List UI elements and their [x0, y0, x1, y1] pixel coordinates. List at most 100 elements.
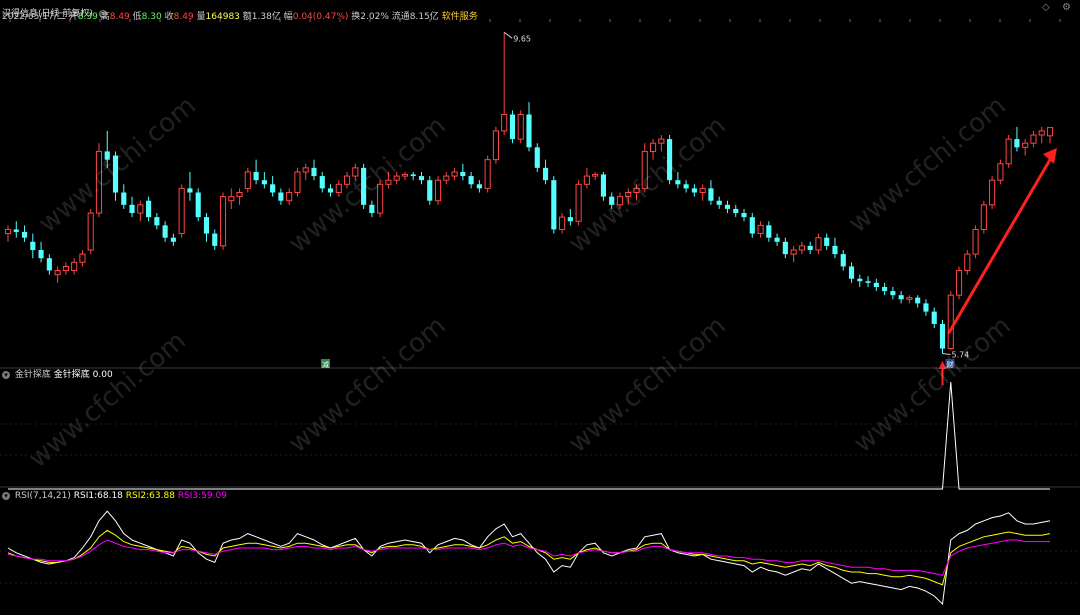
candle-body — [609, 196, 615, 205]
candle-body — [451, 171, 458, 177]
candle-body — [30, 241, 36, 250]
low-label: 低 — [132, 12, 142, 22]
high-value: 8.49 — [109, 12, 130, 22]
rsi-line-rsi3 — [7, 539, 1050, 576]
diamond-icon[interactable]: ◇ — [1042, 2, 1050, 13]
candle-body — [54, 270, 61, 276]
jian-badge-text: 减 — [322, 360, 329, 369]
candle-body — [203, 217, 210, 234]
needle-bottom-indicator — [8, 381, 1050, 490]
high-label: 高 — [100, 12, 110, 22]
candle-body — [815, 237, 822, 251]
candle-body — [476, 184, 482, 189]
amount-label: 额 — [242, 12, 252, 22]
candle-body — [219, 196, 227, 247]
rsi-indicator — [7, 510, 1051, 606]
candle-body — [21, 231, 28, 238]
candle-body — [699, 187, 706, 193]
candle-body — [840, 254, 846, 267]
candle-body — [270, 184, 276, 193]
quote-date: 2022/05/17/二 — [2, 12, 66, 22]
candle-body — [675, 180, 681, 185]
candle-body — [782, 241, 788, 255]
chart-annotations: 9.65 5.74 减 财 — [321, 31, 1057, 385]
candle-body — [989, 179, 996, 206]
rsi-title[interactable]: RSI(7,14,21) — [15, 491, 71, 501]
candle-body — [361, 167, 367, 205]
indicator1-value: 0.00 — [92, 370, 113, 380]
candle-body — [766, 225, 772, 238]
candle-body — [559, 216, 566, 230]
candle-body — [71, 261, 78, 272]
candle-body — [352, 167, 359, 177]
cai-badge-text: 财 — [946, 360, 953, 369]
rsi1-label: RSI1: — [73, 491, 98, 501]
candle-body — [633, 187, 640, 193]
candle-body — [947, 294, 954, 350]
indicator1-title[interactable]: 金针探底 — [15, 370, 51, 380]
candle-body — [418, 176, 425, 181]
candle-body — [1030, 134, 1037, 144]
stock-chart-canvas: 9.65 5.74 减 财 — [0, 19, 1080, 606]
candle-body — [112, 155, 119, 193]
indicator1-header: ▾ 金针探底 金针探底 0.00 — [2, 369, 113, 381]
candle-body — [873, 282, 879, 287]
candle-body — [534, 147, 540, 168]
candle-body — [484, 159, 491, 189]
candle-body — [311, 167, 317, 177]
candle-body — [501, 113, 508, 132]
candle-body — [683, 184, 689, 189]
rsi3-label: RSI3: — [177, 491, 202, 501]
industry-link[interactable]: 软件服务 — [442, 12, 478, 22]
signal-arrow-head — [938, 361, 947, 369]
candle-body — [708, 188, 714, 201]
candle-body — [244, 171, 251, 189]
candle-body — [13, 229, 19, 232]
candle-body — [649, 142, 657, 152]
candle-body — [460, 171, 466, 177]
candle-body — [253, 171, 259, 181]
candle-body — [824, 237, 830, 246]
low-value: 8.30 — [141, 12, 162, 22]
candle-body — [733, 208, 739, 214]
candle-body — [865, 281, 871, 283]
candle-body — [972, 228, 979, 255]
candle-body — [1014, 139, 1020, 148]
candle-body — [625, 192, 632, 198]
candle-body — [517, 113, 524, 140]
candle-body — [939, 323, 946, 349]
candle-body — [955, 270, 963, 296]
candle-body — [178, 187, 185, 235]
candle-body — [931, 311, 937, 324]
candle-body — [79, 253, 86, 263]
candle-body — [46, 258, 52, 271]
candlestick-series — [4, 32, 1054, 354]
candle-body — [443, 175, 450, 181]
candle-body — [542, 167, 549, 181]
rsi3-value: 59.09 — [201, 491, 227, 501]
candle-body — [327, 188, 334, 193]
change-value: 0.04(0.47%) — [292, 12, 349, 22]
indicator1-label: 金针探底 — [53, 370, 90, 380]
candle-body — [170, 237, 176, 242]
candle-body — [923, 303, 929, 312]
candle-body — [616, 196, 624, 206]
gear-icon[interactable]: ⚙ — [1062, 2, 1071, 13]
rsi1-value: 68.18 — [97, 491, 123, 501]
candle-body — [832, 245, 838, 255]
candle-body — [195, 192, 201, 218]
indicator2-settings-icon[interactable]: ▾ — [2, 491, 10, 500]
candle-body — [890, 291, 896, 296]
candle-body — [906, 297, 913, 300]
candle-body — [658, 138, 665, 144]
low-label: 5.74 — [951, 351, 969, 360]
candle-body — [749, 217, 755, 234]
candle-body — [261, 180, 267, 185]
candle-body — [509, 114, 516, 140]
candle-body — [857, 278, 863, 282]
candle-body — [104, 151, 110, 160]
indicator1-settings-icon[interactable]: ▾ — [2, 370, 10, 379]
candle-body — [724, 204, 731, 209]
candle-body — [377, 183, 384, 214]
candle-body — [1005, 138, 1012, 165]
